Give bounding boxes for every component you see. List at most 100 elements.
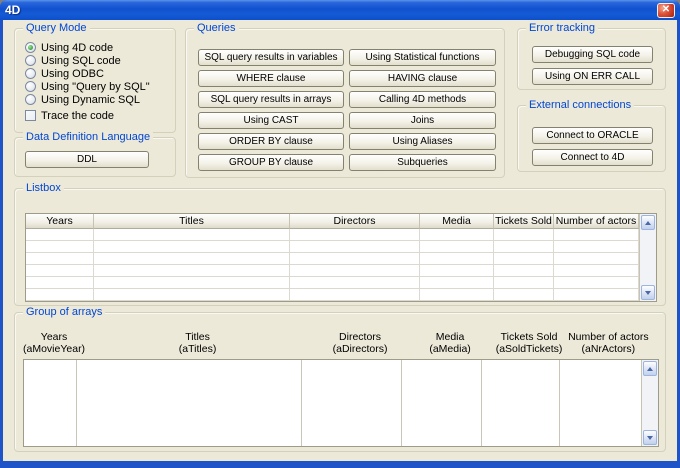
listbox-cell [26,253,94,264]
order-by-clause-button[interactable]: ORDER BY clause [198,133,344,150]
arrays-header-directors: Directors (aDirectors) [310,331,410,355]
column-label: Directors [339,331,381,343]
sql-results-variables-button[interactable]: SQL query results in variables [198,49,344,66]
column-variable: (aMovieYear) [23,343,85,355]
connect-to-oracle-button[interactable]: Connect to ORACLE [532,127,653,144]
window-title: 4D [5,3,20,17]
listbox-header-media[interactable]: Media [420,214,494,229]
listbox-table: Years Titles Directors Media Tickets Sol… [25,213,657,302]
listbox-cell [26,265,94,276]
title-bar[interactable]: 4D ✕ [0,0,680,20]
radio-label: Using SQL code [41,55,121,67]
listbox-cell [94,289,290,300]
radio-using-odbc[interactable]: Using ODBC [25,67,104,80]
using-on-err-call-button[interactable]: Using ON ERR CALL [532,68,653,85]
listbox-cell [420,229,494,240]
radio-icon[interactable] [25,81,36,92]
listbox-row[interactable] [26,289,639,301]
group-queries-title: Queries [194,22,239,35]
where-clause-button[interactable]: WHERE clause [198,70,344,87]
radio-label: Using "Query by SQL" [41,81,150,93]
listbox-cell [554,265,639,276]
statistical-functions-button[interactable]: Using Statistical functions [349,49,496,66]
listbox-header-tickets-sold[interactable]: Tickets Sold [494,214,554,229]
ddl-button[interactable]: DDL [25,151,149,168]
listbox-cell [494,265,554,276]
radio-icon[interactable] [25,55,36,66]
array-column-directors[interactable] [302,360,402,446]
listbox-header-years[interactable]: Years [26,214,94,229]
arrays-scrollbar[interactable] [641,360,658,446]
listbox-row[interactable] [26,265,639,277]
listbox-cell [420,265,494,276]
listbox-cell [290,241,420,252]
scroll-up-button[interactable] [641,215,655,230]
scroll-down-icon [647,436,653,440]
listbox-row[interactable] [26,277,639,289]
close-button[interactable]: ✕ [657,3,675,18]
listbox-cell [494,229,554,240]
radio-icon[interactable] [25,94,36,105]
app-window: 4D ✕ Query Mode Using 4D code Using SQL … [0,0,680,468]
column-variable: (aSoldTickets) [496,343,563,355]
array-column-titles[interactable] [77,360,302,446]
column-label: Number of actors [568,331,649,343]
scroll-down-button[interactable] [641,285,655,300]
joins-button[interactable]: Joins [349,112,496,129]
checkbox-icon[interactable] [25,110,36,121]
using-cast-button[interactable]: Using CAST [198,112,344,129]
listbox-cell [554,277,639,288]
checkbox-trace-the-code[interactable]: Trace the code [25,109,114,122]
radio-using-4d-code[interactable]: Using 4D code [25,41,113,54]
listbox-header-number-of-actors[interactable]: Number of actors [554,214,639,229]
listbox-row[interactable] [26,241,639,253]
array-column-years[interactable] [24,360,77,446]
scroll-down-button[interactable] [643,430,657,445]
column-label: Titles [185,331,210,343]
group-by-clause-button[interactable]: GROUP BY clause [198,154,344,171]
array-column-media[interactable] [402,360,482,446]
group-listbox: Listbox Years Titles Directors Media Tic… [14,188,666,306]
column-label: Tickets Sold [501,331,558,343]
radio-using-sql-code[interactable]: Using SQL code [25,54,121,67]
radio-label: Using Dynamic SQL [41,94,140,106]
listbox-row[interactable] [26,253,639,265]
listbox-header-titles[interactable]: Titles [94,214,290,229]
listbox-header-directors[interactable]: Directors [290,214,420,229]
array-column-tickets-sold[interactable] [482,360,560,446]
group-error-tracking-title: Error tracking [526,22,598,35]
subqueries-button[interactable]: Subqueries [349,154,496,171]
scrollbar-track[interactable] [640,231,656,284]
calling-4d-methods-button[interactable]: Calling 4D methods [349,91,496,108]
column-variable: (aTitles) [179,343,217,355]
scroll-up-button[interactable] [643,361,657,376]
arrays-header-number-of-actors: Number of actors (aNrActors) [568,331,649,355]
using-aliases-button[interactable]: Using Aliases [349,133,496,150]
group-error-tracking: Error tracking Debugging SQL code Using … [517,28,666,90]
radio-icon[interactable] [25,68,36,79]
array-column-number-of-actors[interactable] [560,360,641,446]
listbox-cell [554,229,639,240]
listbox-header-row: Years Titles Directors Media Tickets Sol… [26,214,639,229]
group-query-mode-title: Query Mode [23,22,90,35]
listbox-scrollbar[interactable] [639,214,656,301]
listbox-cell [26,289,94,300]
arrays-header-titles: Titles (aTitles) [85,331,310,355]
debugging-sql-code-button[interactable]: Debugging SQL code [532,46,653,63]
radio-using-query-by-sql[interactable]: Using "Query by SQL" [25,80,150,93]
connect-to-4d-button[interactable]: Connect to 4D [532,149,653,166]
listbox-cell [94,229,290,240]
radio-icon[interactable] [25,42,36,53]
group-queries: Queries SQL query results in variables W… [185,28,505,178]
radio-using-dynamic-sql[interactable]: Using Dynamic SQL [25,93,140,106]
column-variable: (aNrActors) [581,343,635,355]
listbox-cell [494,277,554,288]
having-clause-button[interactable]: HAVING clause [349,70,496,87]
scrollbar-track[interactable] [642,377,658,429]
arrays-header-tickets-sold: Tickets Sold (aSoldTickets) [490,331,568,355]
sql-results-arrays-button[interactable]: SQL query results in arrays [198,91,344,108]
listbox-cell [26,229,94,240]
listbox-row[interactable] [26,229,639,241]
listbox-cell [94,277,290,288]
column-variable: (aDirectors) [333,343,388,355]
